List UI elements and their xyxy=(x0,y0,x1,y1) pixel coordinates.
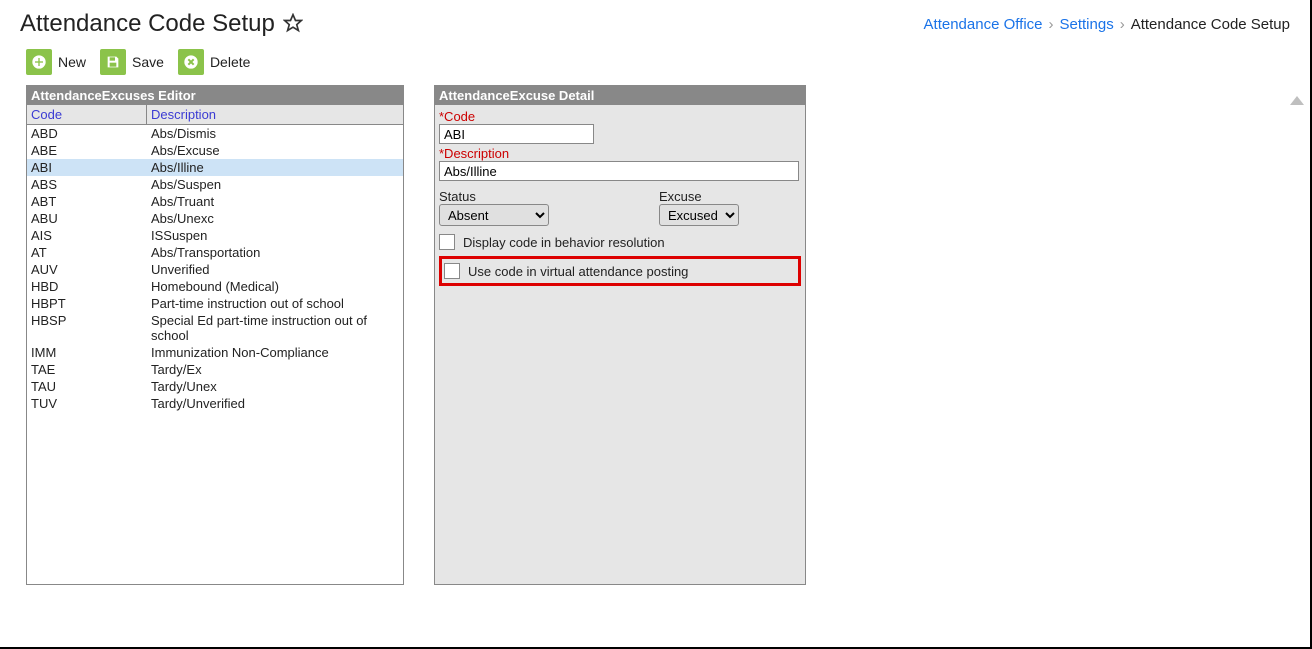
table-row[interactable]: ABSAbs/Suspen xyxy=(27,176,403,193)
status-select[interactable]: Absent xyxy=(439,204,549,226)
row-code: ABT xyxy=(27,193,147,210)
row-description: Abs/Unexc xyxy=(147,210,403,227)
row-code: TAE xyxy=(27,361,147,378)
virtual-attendance-label: Use code in virtual attendance posting xyxy=(468,264,688,279)
delete-button-label: Delete xyxy=(210,54,250,70)
row-code: AUV xyxy=(27,261,147,278)
description-field-label: *Description xyxy=(439,146,801,161)
row-code: AT xyxy=(27,244,147,261)
display-behavior-checkbox[interactable] xyxy=(439,234,455,250)
editor-panel-header: AttendanceExcuses Editor xyxy=(27,86,403,105)
table-row[interactable]: ABTAbs/Truant xyxy=(27,193,403,210)
row-code: ABS xyxy=(27,176,147,193)
breadcrumb-link-1[interactable]: Attendance Office xyxy=(924,16,1043,33)
row-description: Special Ed part-time instruction out of … xyxy=(147,312,403,344)
excuse-field-label: Excuse xyxy=(659,189,739,204)
save-button-label: Save xyxy=(132,54,164,70)
table-row[interactable]: HBPTPart-time instruction out of school xyxy=(27,295,403,312)
row-description: Abs/Illine xyxy=(147,159,403,176)
row-description: Abs/Transportation xyxy=(147,244,403,261)
row-description: Abs/Suspen xyxy=(147,176,403,193)
breadcrumb-link-2[interactable]: Settings xyxy=(1060,16,1114,33)
save-icon xyxy=(100,49,126,75)
column-header-code[interactable]: Code xyxy=(27,105,147,124)
row-description: Abs/Truant xyxy=(147,193,403,210)
plus-circle-icon xyxy=(26,49,52,75)
row-code: ABI xyxy=(27,159,147,176)
breadcrumb: Attendance Office › Settings › Attendanc… xyxy=(924,16,1290,33)
table-row[interactable]: AISISSuspen xyxy=(27,227,403,244)
row-code: ABE xyxy=(27,142,147,159)
display-behavior-label: Display code in behavior resolution xyxy=(463,235,665,250)
table-row[interactable]: ABIAbs/Illine xyxy=(27,159,403,176)
column-header-description[interactable]: Description xyxy=(147,105,403,124)
row-code: ABU xyxy=(27,210,147,227)
virtual-attendance-checkbox-row[interactable]: Use code in virtual attendance posting xyxy=(444,261,796,281)
row-code: ABD xyxy=(27,125,147,142)
save-button[interactable]: Save xyxy=(100,49,164,75)
row-description: Part-time instruction out of school xyxy=(147,295,403,312)
row-code: HBPT xyxy=(27,295,147,312)
delete-button[interactable]: Delete xyxy=(178,49,250,75)
row-code: TUV xyxy=(27,395,147,412)
row-code: HBSP xyxy=(27,312,147,344)
row-description: Abs/Excuse xyxy=(147,142,403,159)
breadcrumb-current: Attendance Code Setup xyxy=(1131,16,1290,33)
table-row[interactable]: ABUAbs/Unexc xyxy=(27,210,403,227)
row-description: Homebound (Medical) xyxy=(147,278,403,295)
detail-panel-header: AttendanceExcuse Detail xyxy=(435,86,805,105)
table-row[interactable]: TAUTardy/Unex xyxy=(27,378,403,395)
table-row[interactable]: TAETardy/Ex xyxy=(27,361,403,378)
table-row[interactable]: ABDAbs/Dismis xyxy=(27,125,403,142)
code-field-label: *Code xyxy=(439,109,801,124)
status-field-label: Status xyxy=(439,189,549,204)
table-row[interactable]: ATAbs/Transportation xyxy=(27,244,403,261)
display-behavior-checkbox-row[interactable]: Display code in behavior resolution xyxy=(439,232,801,252)
page-title: Attendance Code Setup xyxy=(20,10,275,38)
code-input[interactable] xyxy=(439,124,594,144)
row-description: Tardy/Unex xyxy=(147,378,403,395)
close-circle-icon xyxy=(178,49,204,75)
row-code: IMM xyxy=(27,344,147,361)
scroll-up-icon[interactable] xyxy=(1290,96,1304,110)
editor-table-body[interactable]: ABDAbs/DismisABEAbs/ExcuseABIAbs/IllineA… xyxy=(27,125,403,584)
table-row[interactable]: TUVTardy/Unverified xyxy=(27,395,403,412)
chevron-right-icon: › xyxy=(1120,16,1125,33)
row-code: AIS xyxy=(27,227,147,244)
row-code: HBD xyxy=(27,278,147,295)
new-button-label: New xyxy=(58,54,86,70)
table-row[interactable]: IMMImmunization Non-Compliance xyxy=(27,344,403,361)
row-description: Tardy/Unverified xyxy=(147,395,403,412)
row-description: Immunization Non-Compliance xyxy=(147,344,403,361)
row-description: Abs/Dismis xyxy=(147,125,403,142)
table-row[interactable]: ABEAbs/Excuse xyxy=(27,142,403,159)
highlighted-option: Use code in virtual attendance posting xyxy=(439,256,801,286)
excuse-select[interactable]: Excused xyxy=(659,204,739,226)
favorite-star-icon[interactable] xyxy=(283,13,303,36)
new-button[interactable]: New xyxy=(26,49,86,75)
description-input[interactable] xyxy=(439,161,799,181)
row-description: Unverified xyxy=(147,261,403,278)
table-row[interactable]: HBDHomebound (Medical) xyxy=(27,278,403,295)
row-description: Tardy/Ex xyxy=(147,361,403,378)
virtual-attendance-checkbox[interactable] xyxy=(444,263,460,279)
row-code: TAU xyxy=(27,378,147,395)
table-row[interactable]: AUVUnverified xyxy=(27,261,403,278)
attendance-excuse-detail-panel: AttendanceExcuse Detail *Code *Descripti… xyxy=(434,85,806,585)
table-row[interactable]: HBSPSpecial Ed part-time instruction out… xyxy=(27,312,403,344)
chevron-right-icon: › xyxy=(1049,16,1054,33)
row-description: ISSuspen xyxy=(147,227,403,244)
attendance-excuses-editor-panel: AttendanceExcuses Editor Code Descriptio… xyxy=(26,85,404,585)
